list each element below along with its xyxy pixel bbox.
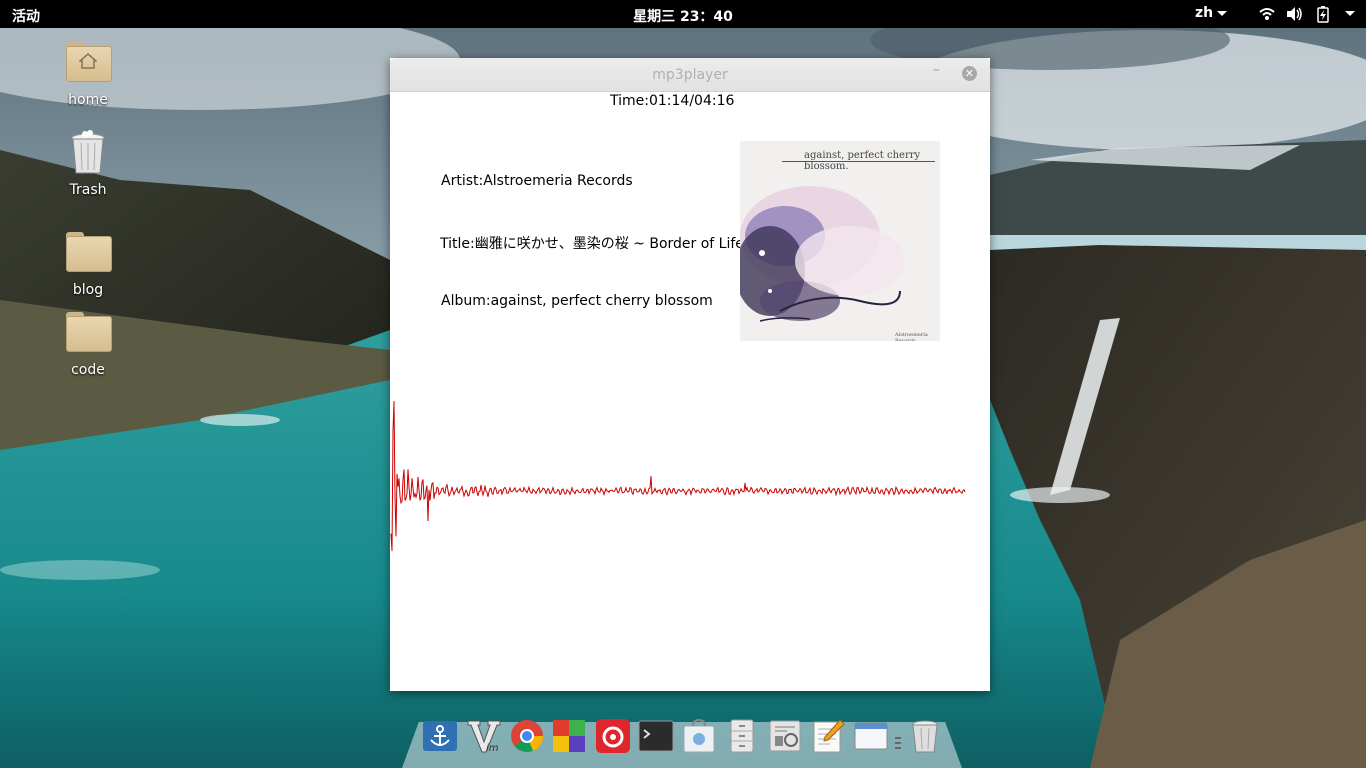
svg-text:im: im — [486, 743, 499, 754]
battery-icon[interactable] — [1314, 5, 1332, 23]
window-icon[interactable] — [853, 718, 889, 754]
desktop-icon-label: home — [68, 92, 108, 108]
activities-button[interactable]: 活动 — [12, 6, 40, 26]
language-indicator[interactable]: zh — [1195, 5, 1213, 21]
chevron-down-icon — [1217, 11, 1227, 16]
window-title: mp3player — [652, 67, 728, 83]
file-cabinet-icon[interactable] — [724, 718, 760, 754]
close-button[interactable]: ✕ — [962, 66, 977, 81]
desktop-icon-trash[interactable]: Trash — [43, 128, 133, 198]
time-display: Time:01:14/04:16 — [610, 93, 735, 109]
desktop-icon-label: Trash — [69, 182, 107, 198]
desktop-icon-home[interactable]: home — [43, 38, 133, 108]
volume-icon[interactable] — [1285, 5, 1303, 23]
colorful-app-icon[interactable] — [551, 718, 587, 754]
home-folder-icon — [63, 38, 113, 88]
cover-footer: Alstroemeria Records — [895, 332, 928, 341]
netease-music-icon[interactable] — [595, 718, 631, 754]
artist-label: Artist:Alstroemeria Records — [441, 173, 633, 189]
desktop-icon-code[interactable]: code — [43, 308, 133, 378]
window-titlebar[interactable]: mp3player – ✕ — [390, 58, 990, 92]
folder-icon — [63, 228, 113, 278]
desktop-icon-blog[interactable]: blog — [43, 228, 133, 298]
folder-icon — [63, 308, 113, 358]
desktop-icon-label: blog — [72, 282, 104, 298]
trash-icon — [63, 128, 113, 178]
chevron-down-icon[interactable] — [1345, 11, 1355, 16]
trash-icon[interactable] — [907, 718, 943, 754]
settings-icon[interactable] — [767, 718, 803, 754]
vim-icon[interactable]: im — [466, 718, 502, 754]
anchor-app-icon[interactable] — [422, 718, 458, 754]
audio-waveform — [390, 400, 966, 552]
cover-caption: against, perfect cherry blossom. — [804, 150, 921, 172]
chrome-icon[interactable] — [509, 718, 545, 754]
album-cover: against, perfect cherry blossom. Alstroe… — [740, 141, 940, 341]
dock-separator — [895, 734, 901, 752]
album-label: Album:against, perfect cherry blossom — [441, 293, 713, 309]
desktop-icon-label: code — [71, 362, 105, 378]
top-panel: 活动 星期三 23：40 zh — [0, 0, 1366, 28]
mp3player-window: mp3player – ✕ Time:01:14/04:16 Artist:Al… — [390, 58, 990, 691]
terminal-icon[interactable] — [638, 718, 674, 754]
software-center-icon[interactable] — [681, 718, 717, 754]
title-label: Title:幽雅に咲かせ、墨染の桜 ~ Border of Life — [440, 236, 744, 252]
wifi-icon[interactable] — [1258, 5, 1276, 23]
minimize-button[interactable]: – — [933, 62, 940, 78]
text-editor-icon[interactable] — [810, 718, 846, 754]
waveform-line — [390, 400, 966, 552]
clock[interactable]: 星期三 23：40 — [633, 9, 733, 25]
